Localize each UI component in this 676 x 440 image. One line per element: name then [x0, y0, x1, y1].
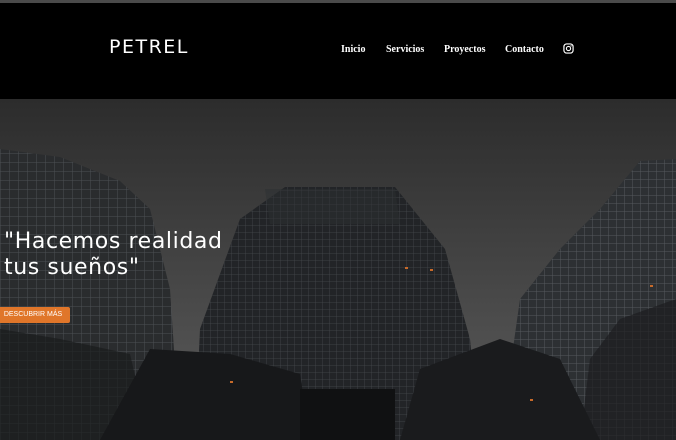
hero-headline: "Hacemos realidad tus sueños"	[4, 229, 223, 280]
nav-link-contacto[interactable]: Contacto	[505, 44, 544, 55]
site-header: PETREL Inicio Servicios Proyectos Contac…	[0, 3, 676, 99]
instagram-icon[interactable]	[563, 43, 574, 54]
nav-link-inicio[interactable]: Inicio	[341, 44, 365, 55]
nav-link-servicios[interactable]: Servicios	[386, 44, 424, 55]
hero-section: "Hacemos realidad tus sueños" DESCUBRIR …	[0, 99, 676, 440]
descubrir-mas-button[interactable]: DESCUBRIR MÁS	[0, 307, 70, 323]
nav-link-proyectos[interactable]: Proyectos	[444, 44, 485, 55]
site-logo[interactable]: PETREL	[109, 36, 189, 58]
